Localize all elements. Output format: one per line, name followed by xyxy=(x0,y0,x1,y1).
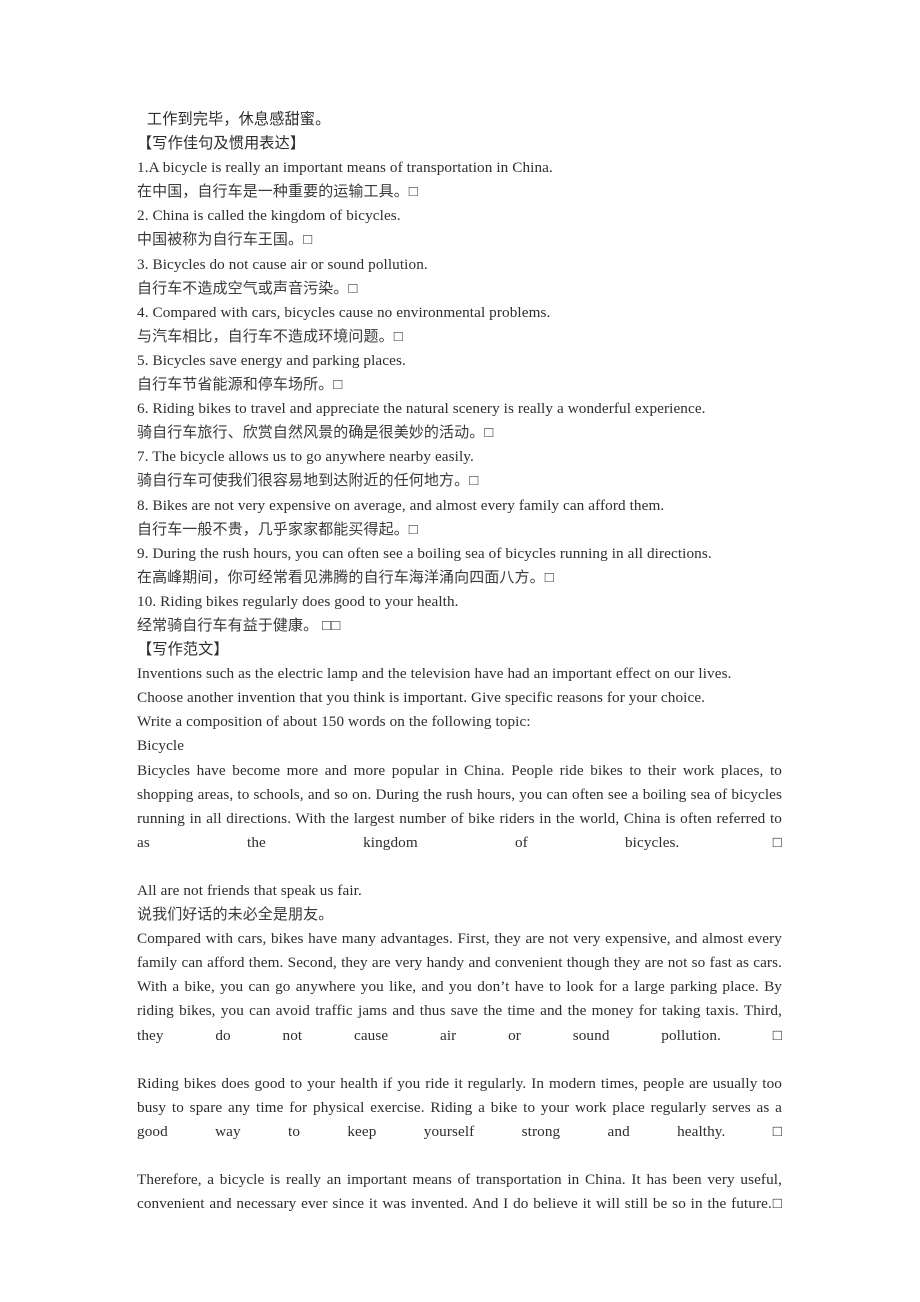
document-page: 工作到完毕，休息感甜蜜。 【写作佳句及惯用表达】 1.A bicycle is … xyxy=(0,0,920,1302)
sentence-en: 10. Riding bikes regularly does good to … xyxy=(137,592,459,610)
essay-paragraph: Compared with cars, bikes have many adva… xyxy=(137,930,782,1044)
sentence-en: 7. The bicycle allows us to go anywhere … xyxy=(137,448,474,466)
sentence-cn: 经常骑自行车有益于健康。 □□ xyxy=(137,617,341,634)
section-heading-sentences: 【写作佳句及惯用表达】 xyxy=(137,135,306,153)
proverb-line: 工作到完毕，休息感甜蜜。 xyxy=(143,111,331,128)
sentence-cn: 自行车不造成空气或声音污染。□ xyxy=(137,280,358,297)
sentence-en: 8. Bikes are not very expensive on avera… xyxy=(137,496,665,514)
essay-prompt: Inventions such as the electric lamp and… xyxy=(137,662,782,758)
sentence-en: 1.A bicycle is really an important means… xyxy=(137,159,553,177)
sentence-en: 5. Bicycles save energy and parking plac… xyxy=(137,351,406,369)
essay-paragraph: Riding bikes does good to your health if… xyxy=(137,1074,782,1140)
document-body: 工作到完毕，休息感甜蜜。 【写作佳句及惯用表达】 1.A bicycle is … xyxy=(137,108,782,1240)
sentence-cn: 中国被称为自行车王国。□ xyxy=(137,232,313,249)
sentence-cn: 自行车一般不贵，几乎家家都能买得起。□ xyxy=(137,521,418,538)
essay-paragraph: Bicycles have become more and more popul… xyxy=(137,761,782,851)
section-heading-model-essay: 【写作范文】 xyxy=(137,641,229,659)
sentence-en: 9. During the rush hours, you can often … xyxy=(137,544,712,562)
sentence-en: 6. Riding bikes to travel and appreciate… xyxy=(137,400,706,418)
proverb-en: All are not friends that speak us fair. xyxy=(137,882,362,899)
sentence-cn: 自行车节省能源和停车场所。□ xyxy=(137,377,343,394)
sentence-cn: 骑自行车旅行、欣赏自然风景的确是很美妙的活动。□ xyxy=(137,425,494,442)
proverb-cn: 说我们好话的未必全是朋友。 xyxy=(137,907,334,924)
sentence-en: 3. Bicycles do not cause air or sound po… xyxy=(137,255,428,273)
essay-topic: Bicycle xyxy=(137,737,185,755)
sentence-en: 2. China is called the kingdom of bicycl… xyxy=(137,207,401,225)
essay-prompt-line: Choose another invention that you think … xyxy=(137,689,706,707)
essay-prompt-line: Write a composition of about 150 words o… xyxy=(137,713,531,731)
sentence-en: 4. Compared with cars, bicycles cause no… xyxy=(137,303,551,321)
sentence-cn: 骑自行车可使我们很容易地到达附近的任何地方。□ xyxy=(137,473,479,490)
sentence-cn: 在高峰期间，你可经常看见沸腾的自行车海洋涌向四面八方。□ xyxy=(137,569,554,586)
sentence-cn: 在中国，自行车是一种重要的运输工具。□ xyxy=(137,184,418,201)
sentence-cn: 与汽车相比，自行车不造成环境问题。□ xyxy=(137,328,403,345)
essay-paragraph: Therefore, a bicycle is really an import… xyxy=(137,1171,782,1213)
essay-prompt-line: Inventions such as the electric lamp and… xyxy=(137,665,732,683)
sentence-list: 1.A bicycle is really an important means… xyxy=(137,156,782,638)
